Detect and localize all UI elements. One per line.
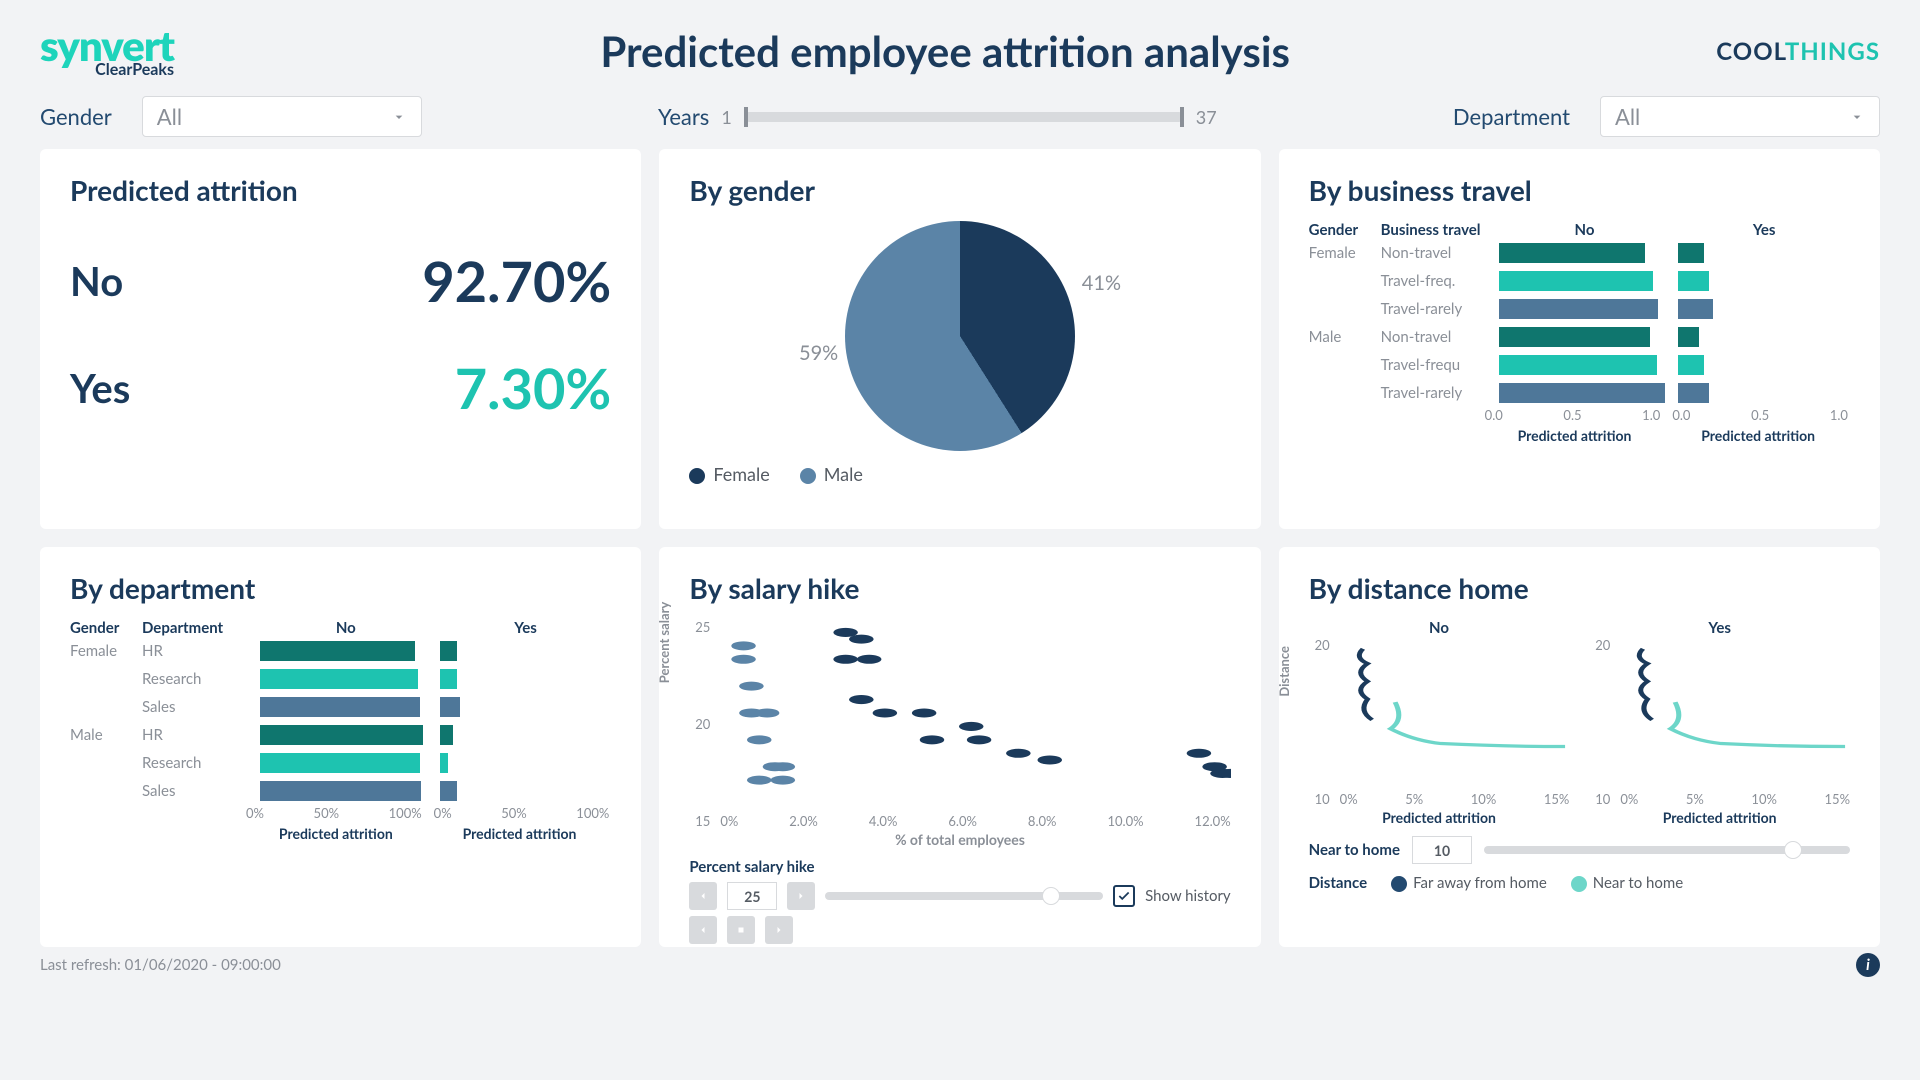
dot-icon (800, 468, 816, 484)
chevron-right-icon (795, 890, 807, 902)
bar-row: Travel-frequ (1309, 351, 1850, 379)
pie-female-pct: 41% (1082, 271, 1121, 295)
filter-bar: Gender All Years 1 37 Department All (40, 78, 1880, 149)
logo: synvert ClearPeaks (40, 24, 174, 78)
gender-select[interactable]: All (142, 96, 422, 137)
card-by-department: By department Gender Department No Yes F… (40, 547, 641, 947)
salary-scatter-chart: Percent salary 252015 0%2.0%4.0%6.0%8.0%… (689, 619, 1230, 829)
info-icon: i (1866, 956, 1870, 974)
kpi-title: Predicted attrition (70, 173, 611, 207)
bar-row: Travel-freq. (1309, 267, 1850, 295)
pie-male-pct: 59% (799, 341, 838, 365)
brand-badge: COOLTHINGS (1716, 37, 1880, 66)
prev-button[interactable] (689, 882, 717, 910)
years-slider[interactable] (744, 112, 1184, 122)
legend-far: Far away from home (1391, 874, 1547, 892)
distance-no-chart: Distance 2010 0%5%10%15% (1309, 637, 1570, 807)
check-icon (1117, 889, 1131, 903)
bar-row: FemaleHR (70, 637, 611, 665)
bar-row: Sales (70, 693, 611, 721)
show-history-label: Show history (1145, 887, 1231, 905)
stop-button[interactable] (727, 916, 755, 944)
info-button[interactable]: i (1856, 953, 1880, 977)
kpi-no-value: 92.70% (422, 247, 611, 314)
dot-icon (689, 468, 705, 484)
department-select[interactable]: All (1600, 96, 1880, 137)
footer: Last refresh: 01/06/2020 - 09:00:00 i (40, 953, 1880, 977)
near-value-input[interactable]: 10 (1412, 836, 1472, 864)
years-filter-label: Years (658, 103, 709, 130)
dept-title: By department (70, 571, 611, 605)
salary-value-input[interactable]: 25 (727, 882, 777, 910)
legend-near: Near to home (1571, 874, 1683, 892)
card-predicted-attrition: Predicted attrition No 92.70% Yes 7.30% (40, 149, 641, 529)
kpi-yes-value: 7.30% (455, 354, 612, 421)
chevron-right-icon (773, 924, 785, 936)
bar-row: Sales (70, 777, 611, 805)
bar-row: Research (70, 665, 611, 693)
stop-icon (735, 924, 747, 936)
card-by-distance-home: By distance home No Distance 2010 0%5%10… (1279, 547, 1880, 947)
bar-row: Research (70, 749, 611, 777)
page-title: Predicted employee attrition analysis (600, 26, 1290, 76)
play-back-button[interactable] (689, 916, 717, 944)
kpi-yes-label: Yes (70, 364, 130, 412)
bar-row: Travel-rarely (1309, 379, 1850, 407)
kpi-no-label: No (70, 257, 123, 305)
legend-female: Female (689, 463, 769, 485)
bar-row: FemaleNon-travel (1309, 239, 1850, 267)
travel-title: By business travel (1309, 173, 1850, 207)
dot-icon (1391, 876, 1407, 892)
chevron-down-icon (1849, 109, 1865, 125)
dot-icon (1571, 876, 1587, 892)
chevron-down-icon (391, 109, 407, 125)
years-max: 37 (1196, 106, 1217, 128)
header: synvert ClearPeaks Predicted employee at… (40, 24, 1880, 78)
last-refresh: Last refresh: 01/06/2020 - 09:00:00 (40, 956, 281, 974)
pie-title: By gender (689, 173, 1230, 207)
years-min: 1 (721, 106, 731, 128)
logo-sub: ClearPeaks (95, 62, 174, 78)
near-slider[interactable] (1484, 846, 1850, 854)
years-filter: Years 1 37 (452, 103, 1423, 130)
play-fwd-button[interactable] (765, 916, 793, 944)
show-history-checkbox[interactable] (1113, 885, 1135, 907)
distance-legend-title: Distance (1309, 874, 1367, 892)
card-by-gender: By gender 59% 41% Female Male (659, 149, 1260, 529)
salary-slider[interactable] (825, 892, 1103, 900)
gender-pie-chart: 59% 41% (845, 221, 1075, 451)
bar-row: Travel-rarely (1309, 295, 1850, 323)
bar-row: MaleNon-travel (1309, 323, 1850, 351)
bar-row: MaleHR (70, 721, 611, 749)
near-label: Near to home (1309, 841, 1400, 859)
department-filter-label: Department (1453, 103, 1570, 130)
gender-filter-label: Gender (40, 103, 112, 130)
next-button[interactable] (787, 882, 815, 910)
salary-title: By salary hike (689, 571, 1230, 605)
distance-title: By distance home (1309, 571, 1850, 605)
chevron-left-icon (697, 890, 709, 902)
card-by-salary-hike: By salary hike Percent salary 252015 0%2… (659, 547, 1260, 947)
card-by-business-travel: By business travel Gender Business trave… (1279, 149, 1880, 529)
salary-ctrl-label: Percent salary hike (689, 858, 1230, 876)
pie-legend: Female Male (689, 463, 1230, 485)
legend-male: Male (800, 463, 863, 485)
distance-yes-chart: 2010 0%5%10%15% (1589, 637, 1850, 807)
chevron-left-icon (697, 924, 709, 936)
